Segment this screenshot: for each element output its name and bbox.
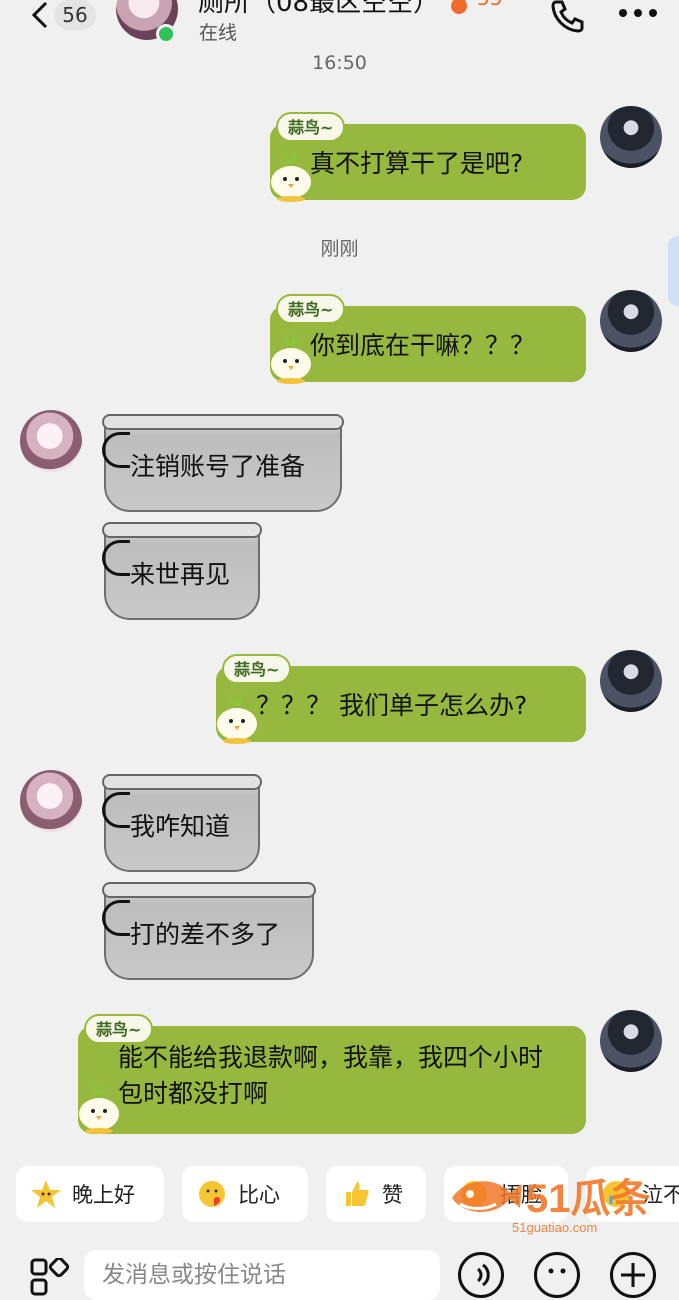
my-avatar[interactable] (600, 650, 662, 712)
online-status-dot (156, 24, 176, 44)
bubble-nickname-tag: 蒜鸟~ (222, 654, 292, 684)
message-text: ？？？ 我们单子怎么办? (256, 691, 528, 720)
bubble-nickname-tag: 蒜鸟~ (84, 1014, 154, 1044)
voice-input-icon[interactable] (458, 1252, 504, 1298)
watermark-brand: 51瓜条 (526, 1177, 651, 1221)
quick-reply-chip[interactable]: 赞 (326, 1166, 426, 1222)
quick-reply-chip[interactable]: 晚上好 (16, 1166, 164, 1222)
received-message-bubble[interactable]: 打的差不多了 (102, 882, 316, 980)
star-face-icon (31, 1180, 61, 1208)
unread-count-badge[interactable]: 56 (54, 0, 96, 30)
quick-reply-label: 比心 (238, 1183, 280, 1207)
more-options-icon[interactable] (618, 6, 658, 20)
bubble-nickname-tag: 蒜鸟~ (276, 112, 346, 142)
chick-bubble-decoration-icon (79, 1083, 119, 1134)
message-timestamp: 刚刚 (320, 238, 359, 260)
quick-reply-label: 赞 (382, 1183, 403, 1207)
chick-bubble-decoration-icon (271, 333, 311, 384)
quick-reply-label: 晚上好 (72, 1183, 135, 1207)
message-timestamp: 16:50 (312, 52, 367, 74)
quick-reply-chip[interactable]: 比心 (182, 1166, 308, 1222)
chick-bubble-decoration-icon (217, 693, 257, 744)
bucket-handle-decoration (102, 792, 130, 828)
sent-message-bubble[interactable]: 能不能给我退款啊，我靠，我四个小时包时都没打啊 (78, 1026, 586, 1134)
online-status-text: 在线 (199, 22, 238, 44)
fire-streak-count: 55 (477, 0, 502, 10)
contact-avatar[interactable] (20, 770, 82, 832)
message-text: 能不能给我退款啊，我靠，我四个小时包时都没打啊 (118, 1043, 544, 1108)
emoji-icon[interactable] (534, 1252, 580, 1298)
contact-avatar[interactable] (20, 410, 82, 472)
chat-header: 56 厕所（08最区空空） 55 在线 (0, 0, 679, 50)
message-text: 我咋知道 (130, 812, 231, 841)
bubble-nickname-tag: 蒜鸟~ (276, 294, 346, 324)
received-message-bubble[interactable]: 注销账号了准备 (102, 414, 344, 512)
message-text: 真不打算干了是吧? (310, 149, 524, 178)
my-avatar[interactable] (600, 1010, 662, 1072)
my-avatar[interactable] (600, 290, 662, 352)
phone-call-icon[interactable] (548, 0, 588, 34)
add-plus-icon[interactable] (610, 1252, 656, 1298)
my-avatar[interactable] (600, 106, 662, 168)
message-text: 注销账号了准备 (130, 452, 306, 481)
bucket-handle-decoration (102, 432, 130, 468)
bucket-handle-decoration (102, 540, 130, 576)
chat-title[interactable]: 厕所（08最区空空） (198, 0, 439, 19)
message-text: 你到底在干嘛？？？ (310, 331, 536, 360)
apps-grid-icon[interactable] (30, 1258, 70, 1298)
watermark-url: 51guatiao.com (512, 1220, 597, 1235)
bucket-handle-decoration (102, 900, 130, 936)
back-arrow-icon[interactable] (28, 0, 52, 30)
chick-bubble-decoration-icon (271, 151, 311, 202)
thumbs-up-icon (346, 1182, 369, 1206)
heart-face-icon (199, 1181, 225, 1207)
message-input[interactable]: 发消息或按住说话 (84, 1250, 440, 1300)
watermark-logo: 51瓜条 51guatiao.com (452, 1177, 651, 1235)
message-text: 来世再见 (130, 560, 231, 589)
message-text: 打的差不多了 (130, 920, 281, 949)
fire-icon (451, 0, 467, 14)
